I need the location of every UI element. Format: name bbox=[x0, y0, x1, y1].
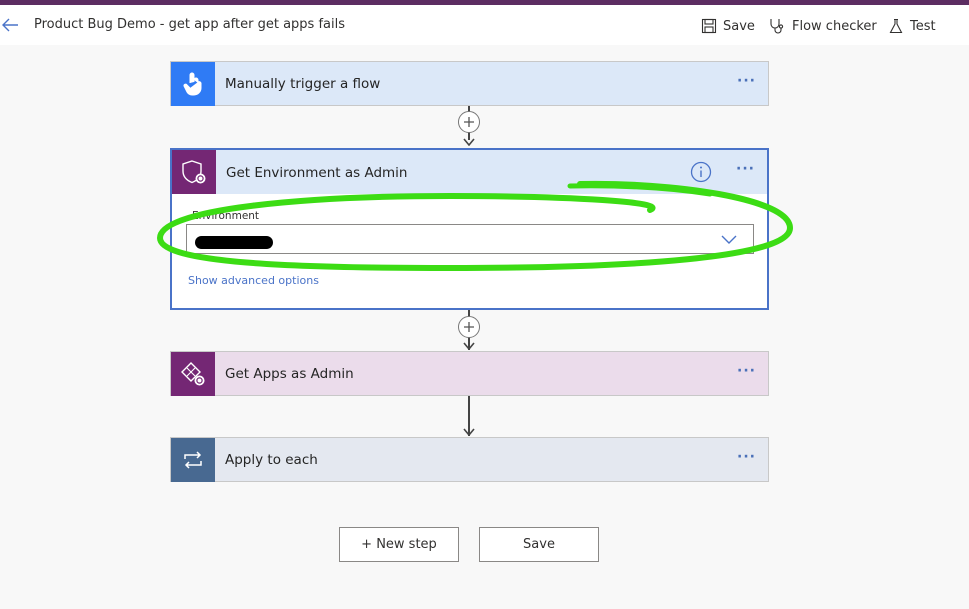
step-get-apps-as-admin[interactable]: Get Apps as Admin ··· bbox=[170, 351, 769, 396]
more-options-button[interactable]: ··· bbox=[737, 73, 756, 89]
redacted-value bbox=[195, 236, 273, 249]
more-options-button[interactable]: ··· bbox=[737, 449, 756, 465]
show-advanced-options-link[interactable]: Show advanced options bbox=[188, 274, 319, 287]
new-step-button[interactable]: + New step bbox=[339, 527, 459, 562]
flow-checker-label: Flow checker bbox=[792, 18, 877, 34]
test-label: Test bbox=[910, 18, 936, 34]
insert-step-plus-icon[interactable] bbox=[458, 111, 480, 133]
step-header[interactable]: Get Environment as Admin ··· bbox=[172, 150, 767, 194]
flow-checker-button[interactable]: Flow checker bbox=[768, 15, 877, 37]
step-label: Manually trigger a flow bbox=[225, 76, 381, 92]
arrow-down-icon bbox=[463, 342, 475, 350]
save-button[interactable]: Save bbox=[701, 15, 755, 37]
hand-tap-icon bbox=[171, 62, 215, 106]
shield-gear-icon bbox=[172, 150, 216, 194]
stethoscope-icon bbox=[770, 19, 784, 34]
arrow-down-icon bbox=[463, 138, 475, 146]
save-label: Save bbox=[723, 18, 755, 34]
environment-dropdown[interactable] bbox=[186, 224, 754, 254]
step-get-environment-as-admin[interactable]: Get Environment as Admin ··· Environment… bbox=[170, 148, 769, 310]
more-options-button[interactable]: ··· bbox=[736, 161, 755, 177]
step-label: Get Apps as Admin bbox=[225, 366, 354, 382]
powerapps-gear-icon bbox=[171, 352, 215, 396]
flow-title: Product Bug Demo - get app after get app… bbox=[34, 17, 345, 32]
back-arrow-icon[interactable] bbox=[0, 15, 20, 35]
info-icon[interactable] bbox=[690, 161, 712, 183]
insert-step-plus-icon[interactable] bbox=[458, 316, 480, 338]
step-label: Get Environment as Admin bbox=[226, 165, 408, 181]
loop-icon bbox=[171, 438, 215, 482]
arrow-down-icon bbox=[463, 428, 475, 436]
test-button[interactable]: Test bbox=[888, 15, 936, 37]
step-manual-trigger[interactable]: Manually trigger a flow ··· bbox=[170, 61, 769, 106]
step-apply-to-each[interactable]: Apply to each ··· bbox=[170, 437, 769, 482]
footer-save-button[interactable]: Save bbox=[479, 527, 599, 562]
chevron-down-icon[interactable] bbox=[721, 233, 737, 245]
save-icon bbox=[701, 18, 717, 34]
more-options-button[interactable]: ··· bbox=[737, 363, 756, 379]
environment-field-label: Environment bbox=[192, 210, 260, 222]
step-label: Apply to each bbox=[225, 452, 318, 468]
header-bar: Product Bug Demo - get app after get app… bbox=[0, 5, 969, 45]
flask-icon bbox=[889, 18, 903, 34]
